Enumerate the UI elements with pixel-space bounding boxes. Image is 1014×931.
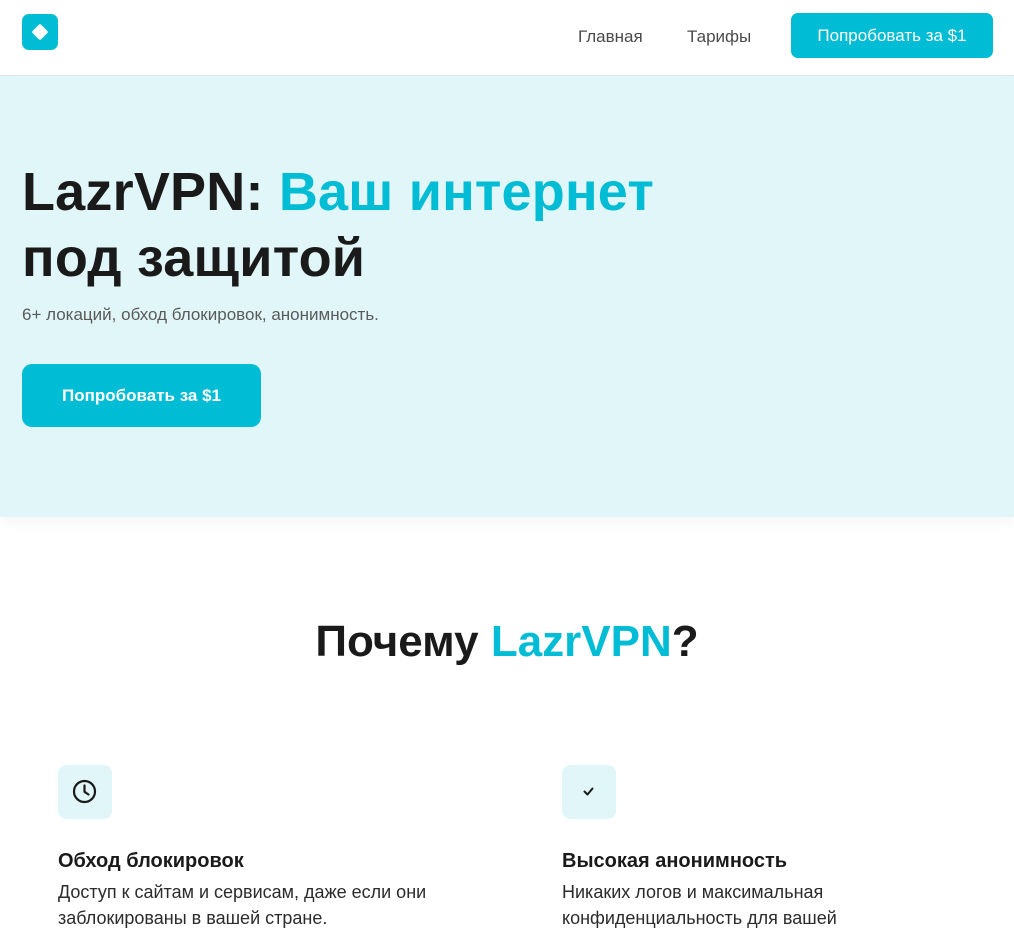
hero-title-brand: LazrVPN: (22, 162, 264, 222)
clock-icon (58, 765, 112, 819)
why-title-prefix: Почему (315, 617, 479, 666)
check-icon (562, 765, 616, 819)
nav-home-link[interactable]: Главная (578, 27, 643, 47)
feature-text: Доступ к сайтам и сервисам, даже если он… (58, 882, 427, 928)
hero-title: LazrVPN: Ваш интернет под защитой (22, 159, 654, 291)
hero-cta-button[interactable]: Попробовать за $1 (22, 364, 261, 427)
site-header: Главная Тарифы Попробовать за $1 (0, 0, 1014, 76)
why-title-suffix: ? (671, 617, 699, 666)
logo-icon[interactable] (22, 14, 58, 50)
diamond-logo-icon (31, 23, 49, 41)
feature-text: Никаких логов и максимальная конфиденциа… (562, 882, 837, 928)
nav-pricing-link[interactable]: Тарифы (687, 27, 751, 47)
header-cta-button[interactable]: Попробовать за $1 (791, 13, 993, 58)
feature-title: Обход блокировок (58, 850, 244, 872)
hero-section: LazrVPN: Ваш интернет под защитой 6+ лок… (0, 76, 1014, 517)
feature-title: Высокая анонимность (562, 850, 788, 872)
hero-subtitle: 6+ локаций, обход блокировок, анонимност… (22, 305, 379, 324)
hero-title-accent: Ваш интернет (278, 162, 654, 222)
hero-title-rest: под защитой (22, 228, 366, 288)
why-title-accent: LazrVPN (490, 617, 672, 666)
why-section-title: Почему LazrVPN? (0, 614, 1014, 670)
